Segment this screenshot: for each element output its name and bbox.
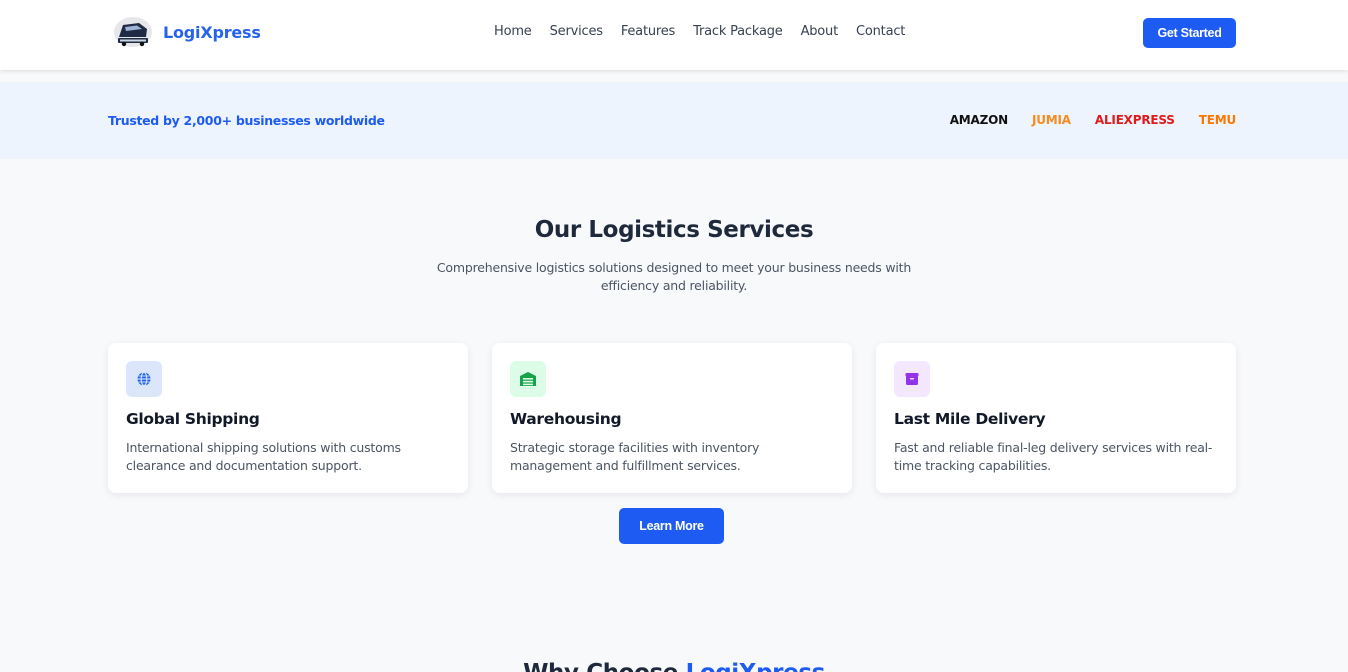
card-icon-box bbox=[894, 361, 930, 397]
main-nav: Home Services Features Track Package Abo… bbox=[494, 24, 905, 39]
box-icon bbox=[905, 373, 919, 385]
globe-icon bbox=[137, 371, 151, 387]
logo[interactable]: LogiXpress bbox=[113, 14, 261, 50]
nav-track-package[interactable]: Track Package bbox=[693, 24, 783, 39]
nav-home[interactable]: Home bbox=[494, 24, 532, 39]
get-started-button[interactable]: Get Started bbox=[1143, 18, 1236, 48]
why-choose-title-text: Why Choose bbox=[523, 660, 686, 672]
brand-temu: TEMU bbox=[1198, 113, 1236, 127]
card-title: Last Mile Delivery bbox=[894, 410, 1046, 428]
learn-more-button[interactable]: Learn More bbox=[619, 508, 724, 544]
services-subtitle: Comprehensive logistics solutions design… bbox=[436, 260, 912, 293]
card-icon-box bbox=[126, 361, 162, 397]
card-title: Global Shipping bbox=[126, 410, 260, 428]
nav-services[interactable]: Services bbox=[550, 24, 603, 39]
brand-aliexpress: ALIEXPRESS bbox=[1094, 113, 1175, 127]
card-description: Fast and reliable final-leg delivery ser… bbox=[894, 440, 1213, 473]
logo-text: LogiXpress bbox=[163, 22, 261, 42]
nav-contact[interactable]: Contact bbox=[856, 24, 905, 39]
service-card-warehousing[interactable]: Warehousing Strategic storage facilities… bbox=[492, 343, 852, 493]
why-choose-title: Why Choose LogiXpress bbox=[0, 660, 1348, 672]
nav-features[interactable]: Features bbox=[621, 24, 676, 39]
trust-strip: Trusted by 2,000+ businesses worldwide A… bbox=[0, 82, 1348, 159]
why-choose-title-accent: LogiXpress bbox=[686, 660, 826, 672]
logo-truck-icon bbox=[114, 17, 152, 47]
service-card-last-mile-delivery[interactable]: Last Mile Delivery Fast and reliable fin… bbox=[876, 343, 1236, 493]
card-description: Strategic storage facilities with invent… bbox=[510, 440, 760, 473]
service-card-global-shipping[interactable]: Global Shipping International shipping s… bbox=[108, 343, 468, 493]
brand-jumia: JUMIA bbox=[1031, 113, 1071, 127]
site-header: LogiXpress Home Services Features Track … bbox=[0, 0, 1348, 70]
card-description: International shipping solutions with cu… bbox=[126, 440, 401, 473]
warehouse-icon bbox=[520, 372, 536, 386]
card-icon-box bbox=[510, 361, 546, 397]
nav-about[interactable]: About bbox=[801, 24, 839, 39]
card-title: Warehousing bbox=[510, 410, 622, 428]
brand-amazon: AMAZON bbox=[949, 113, 1008, 127]
services-title: Our Logistics Services bbox=[534, 217, 814, 243]
trust-text: Trusted by 2,000+ businesses worldwide bbox=[108, 113, 385, 128]
brand-list: AMAZON JUMIA ALIEXPRESS TEMU bbox=[950, 113, 1236, 127]
